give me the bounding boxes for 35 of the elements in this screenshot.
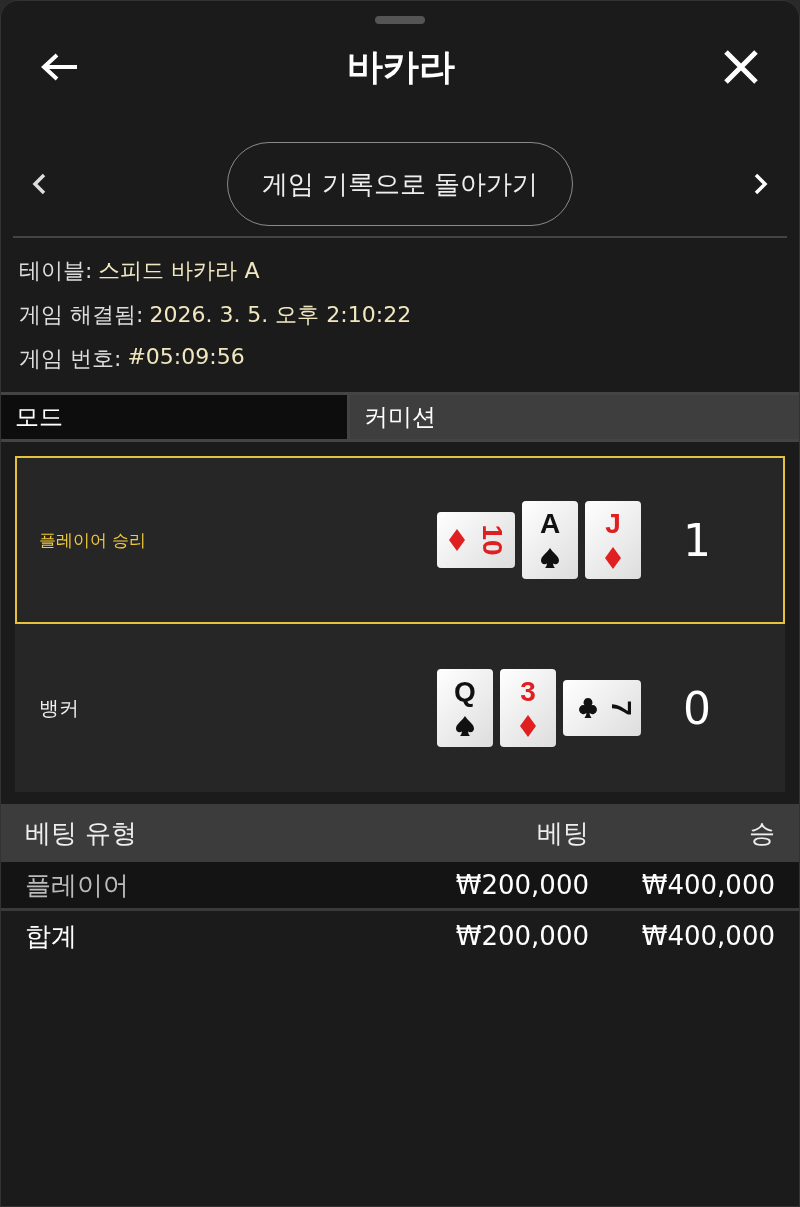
table-cell-text: ₩400,000 <box>640 870 775 900</box>
hand-score: 1 <box>682 514 711 566</box>
playing-card: Q <box>437 669 493 747</box>
mode-label: 모드 <box>1 395 350 439</box>
hand-name: 뱅커 <box>39 694 80 722</box>
back-icon[interactable] <box>41 52 79 82</box>
info-value: 스피드 바카라 A <box>98 257 260 285</box>
info-label: 테이블: <box>19 257 93 285</box>
info-value: #05:09:56 <box>127 344 245 371</box>
table-cell-text: ₩400,000 <box>640 921 775 951</box>
table-cell-text: 플레이어 <box>25 868 130 902</box>
info-label: 게임 해결됨: <box>19 301 144 329</box>
hand-score: 0 <box>682 682 711 734</box>
playing-card: J <box>585 501 641 579</box>
chevron-left-icon[interactable] <box>31 172 47 196</box>
hand-name: 플레이어 승리 <box>39 528 148 552</box>
playing-card: 3 <box>500 669 556 747</box>
chevron-right-icon[interactable] <box>753 172 769 196</box>
info-value: 2026. 3. 5. 오후 2:10:22 <box>149 301 412 329</box>
table-cell-text: ₩200,000 <box>454 921 589 951</box>
playing-card: 7 <box>563 680 641 736</box>
info-label: 게임 번호: <box>19 345 122 373</box>
drag-handle[interactable] <box>375 16 425 24</box>
close-icon[interactable] <box>723 49 759 85</box>
spade-icon <box>453 714 477 739</box>
page-title: 바카라 <box>347 44 455 89</box>
column-header: 베팅 유형 <box>25 816 139 850</box>
table-cell-text: 합계 <box>25 919 78 953</box>
column-header: 승 <box>748 816 775 850</box>
mode-value: 커미션 <box>350 395 799 439</box>
spade-icon <box>538 546 562 571</box>
playing-card: 10 <box>437 512 515 568</box>
table-cell-text: ₩200,000 <box>454 870 589 900</box>
column-header: 베팅 <box>536 816 589 850</box>
playing-card: A <box>522 501 578 579</box>
